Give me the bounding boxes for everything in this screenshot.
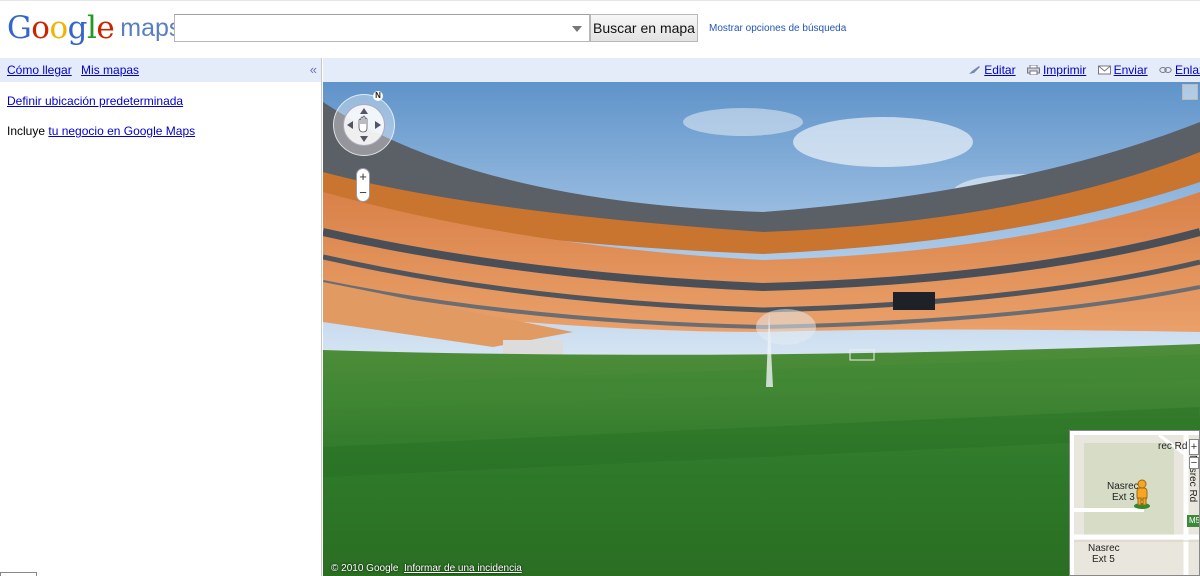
logo-letter: l: [86, 10, 97, 46]
street-view-panorama[interactable]: N + − © 2010 Google Informar de una inci…: [323, 82, 1200, 576]
logo-letter: o: [49, 10, 68, 46]
edit-link[interactable]: Editar: [984, 63, 1015, 77]
left-panel: Cómo llegar Mis mapas « Definir ubicació…: [0, 58, 322, 576]
print-icon: [1026, 65, 1040, 75]
minimap-road-label: rec Rd: [1158, 441, 1188, 452]
email-icon: [1097, 65, 1111, 75]
report-problem-link[interactable]: Informar de una incidencia: [404, 563, 522, 574]
pegman-icon[interactable]: [1133, 479, 1151, 509]
minimap-area-label: Ext 5: [1092, 554, 1115, 565]
route-shield: M5: [1187, 515, 1199, 527]
search-box[interactable]: [174, 14, 590, 42]
google-maps-logo[interactable]: Google maps: [7, 10, 181, 48]
directions-link[interactable]: Cómo llegar: [7, 63, 72, 77]
search-button[interactable]: Buscar en mapa: [590, 14, 698, 42]
pan-control-icon[interactable]: [343, 104, 385, 146]
copyright-text: © 2010 Google: [331, 563, 399, 574]
pan-control[interactable]: [333, 94, 395, 156]
send-action[interactable]: Enviar: [1097, 58, 1148, 82]
minimap-zoom-out-button[interactable]: −: [1189, 457, 1199, 469]
search-input[interactable]: [175, 15, 565, 41]
send-link[interactable]: Enviar: [1114, 63, 1148, 77]
my-maps-link[interactable]: Mis mapas: [81, 63, 139, 77]
minimap[interactable]: rec Rd Nasrec Rd Nasrec Ext 3 Nasrec Ext…: [1069, 430, 1200, 576]
search-options-link[interactable]: Mostrar opciones de búsqueda: [709, 23, 846, 34]
minimap-zoom-in-button[interactable]: +: [1189, 439, 1199, 455]
logo-letter: o: [31, 10, 50, 46]
print-action[interactable]: Imprimir: [1026, 58, 1086, 82]
dropdown-arrow-icon[interactable]: [572, 26, 582, 32]
panel-tab[interactable]: [0, 572, 37, 576]
business-link[interactable]: tu negocio en Google Maps: [48, 124, 195, 138]
collapse-panel-icon[interactable]: «: [310, 58, 317, 82]
left-panel-bar: Cómo llegar Mis mapas «: [0, 58, 321, 82]
minimap-area-label: Nasrec: [1088, 543, 1120, 554]
business-row: Incluye tu negocio en Google Maps: [0, 124, 321, 138]
logo-letter: e: [96, 10, 115, 46]
edit-icon: [969, 66, 981, 74]
edit-action[interactable]: Editar: [968, 58, 1016, 82]
minimap-canvas[interactable]: rec Rd Nasrec Rd Nasrec Ext 3 Nasrec Ext…: [1074, 435, 1199, 575]
link-action[interactable]: Enlaz: [1159, 58, 1200, 82]
logo-letter: g: [67, 10, 88, 46]
zoom-in-button[interactable]: +: [357, 169, 369, 185]
logo-letter: G: [7, 10, 32, 46]
zoom-out-button[interactable]: −: [357, 185, 369, 201]
business-prefix: Incluye: [7, 124, 49, 138]
default-location-row: Definir ubicación predeterminada: [0, 94, 321, 108]
print-link[interactable]: Imprimir: [1043, 63, 1086, 77]
logo-google: Google: [7, 10, 115, 46]
link-link[interactable]: Enlaz: [1175, 63, 1200, 77]
minimap-area-label: Ext 3: [1112, 492, 1135, 503]
map-toolbar: Editar Imprimir Enviar Enlaz: [323, 58, 1200, 82]
fullscreen-icon[interactable]: [1182, 84, 1198, 100]
zoom-control[interactable]: + −: [356, 168, 370, 202]
hand-icon: [347, 108, 381, 142]
logo-maps: maps: [120, 14, 182, 42]
header: Google maps Buscar en mapa Mostrar opcion…: [0, 0, 1200, 58]
default-location-link[interactable]: Definir ubicación predeterminada: [7, 94, 183, 108]
link-icon: [1159, 67, 1172, 73]
compass-icon[interactable]: N: [373, 91, 383, 101]
